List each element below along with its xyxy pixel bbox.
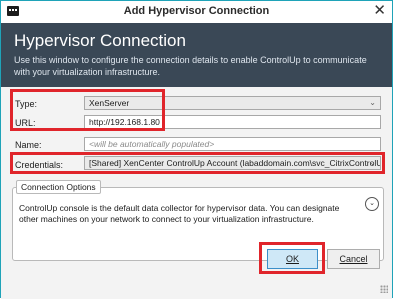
dialog-header: Hypervisor Connection Use this window to…: [1, 23, 392, 87]
connection-options-title: Connection Options: [16, 180, 101, 194]
credentials-highlight: [10, 152, 385, 174]
dialog-footer: [1, 264, 392, 299]
cancel-button[interactable]: Cancel: [327, 249, 380, 269]
title-bar: Add Hypervisor Connection ✕: [1, 1, 392, 24]
ok-highlight: [259, 242, 325, 274]
name-label: Name:: [15, 140, 42, 150]
close-icon[interactable]: ✕: [373, 3, 386, 19]
type-url-highlight: [10, 89, 165, 131]
name-input[interactable]: <will be automatically populated>: [84, 137, 381, 151]
window-title: Add Hypervisor Connection: [123, 5, 270, 17]
resize-grip-icon[interactable]: [380, 285, 388, 293]
header-title: Hypervisor Connection: [14, 31, 186, 50]
connection-options-text: ControlUp console is the default data co…: [19, 203, 340, 224]
chevron-down-circle-icon[interactable]: ⌄: [365, 197, 379, 211]
chevron-down-icon: ⌄: [369, 98, 376, 107]
header-description: Use this window to configure the connect…: [14, 55, 367, 77]
dialog-window: Add Hypervisor Connection ✕ Hypervisor C…: [0, 0, 393, 299]
